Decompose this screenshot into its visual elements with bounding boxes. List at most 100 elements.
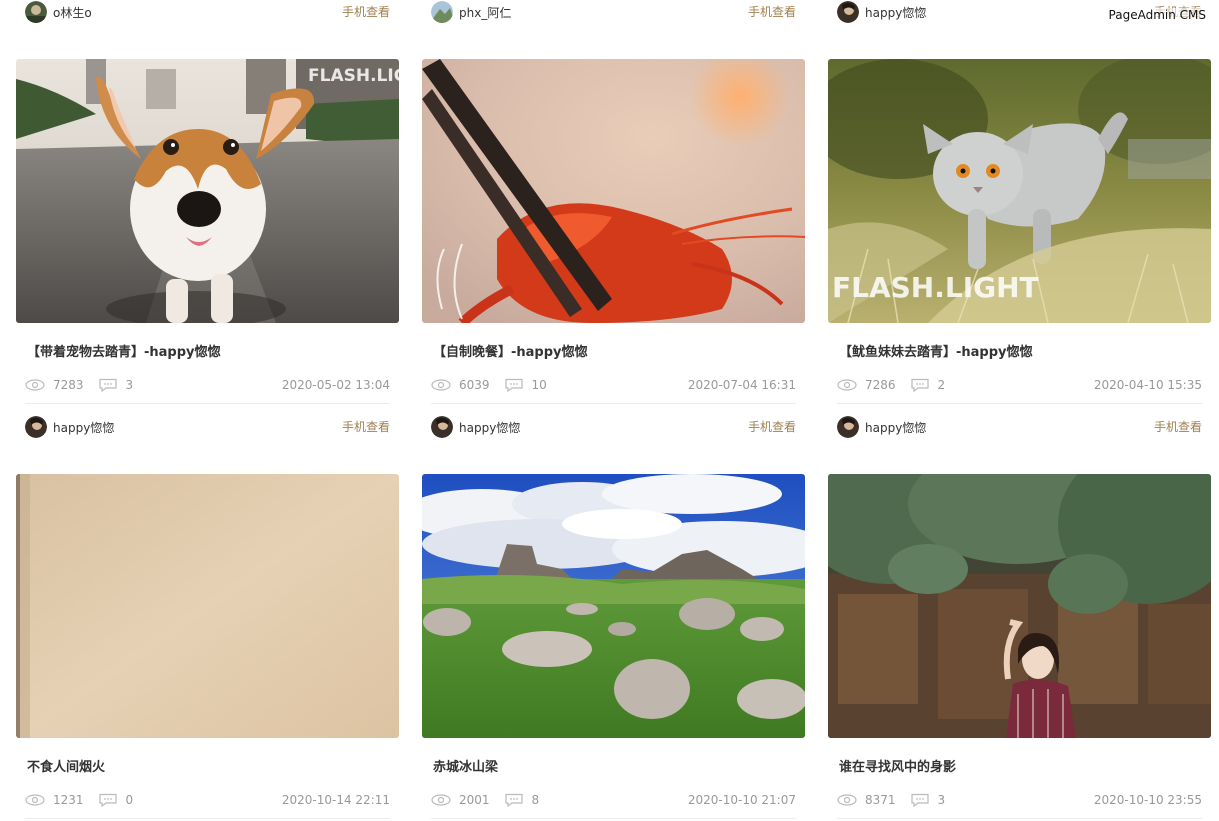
- post-date: 2020-04-10 15:35: [1093, 378, 1202, 392]
- card-title[interactable]: 【鱿鱼妹妹去踏青】-happy惚惚: [839, 341, 1033, 360]
- comment-count-value: 10: [531, 378, 547, 392]
- eye-icon: [431, 794, 451, 806]
- eye-icon: [837, 794, 857, 806]
- flash-light-logo: FLASH.LIGHT: [832, 271, 1039, 304]
- view-count-value: 8371: [865, 793, 896, 807]
- view-count: 6039: [431, 378, 490, 392]
- comment-count-value: 3: [937, 793, 946, 807]
- view-count: 2001: [431, 793, 490, 807]
- post-card[interactable]: 不食人间烟火 1231 0 2020-10-14 22:11: [16, 474, 399, 819]
- eye-icon: [837, 379, 857, 391]
- comment-count: 2: [910, 378, 946, 392]
- comment-icon: [504, 378, 523, 392]
- avatar: [25, 1, 47, 23]
- author[interactable]: phx_阿仁: [431, 0, 511, 24]
- view-count-value: 7283: [53, 378, 84, 392]
- post-card[interactable]: FLASH.LIGHT 【带着宠物去踏青】-happy惚惚 7283 3 202…: [16, 59, 399, 438]
- comment-icon: [910, 793, 929, 807]
- avatar: [431, 1, 453, 23]
- card-title[interactable]: 不食人间烟火: [27, 756, 105, 775]
- card-stats: 6039 10 2020-07-04 16:31: [431, 376, 796, 394]
- card-title[interactable]: 【带着宠物去踏青】-happy惚惚: [27, 341, 221, 360]
- author[interactable]: happy惚惚: [431, 415, 520, 439]
- divider: [837, 818, 1202, 819]
- eye-icon: [25, 379, 45, 391]
- card-stats: 2001 8 2020-10-10 21:07: [431, 791, 796, 809]
- author-name: o林生o: [53, 5, 92, 20]
- comment-count-value: 0: [125, 793, 134, 807]
- author-name: phx_阿仁: [459, 5, 512, 20]
- author[interactable]: happy惚惚: [25, 415, 114, 439]
- watermark: PageAdmin CMS: [1108, 8, 1206, 22]
- comment-icon: [504, 793, 523, 807]
- mobile-view-link[interactable]: 手机查看: [748, 415, 796, 439]
- post-card[interactable]: FLASH.LIGHT 【鱿鱼妹妹去踏青】-happy惚惚 7286 2 202…: [828, 59, 1211, 438]
- divider: [431, 403, 796, 404]
- eye-icon: [431, 379, 451, 391]
- card-meta: o林生o 手机查看: [16, 0, 399, 24]
- card-stats: 8371 3 2020-10-10 23:55: [837, 791, 1202, 809]
- view-count-value: 6039: [459, 378, 490, 392]
- divider: [25, 403, 390, 404]
- author-name: happy惚惚: [53, 420, 115, 435]
- post-card[interactable]: 谁在寻找风中的身影 8371 3 2020-10-10 23:55: [828, 474, 1211, 819]
- post-date: 2020-10-10 21:07: [687, 793, 796, 807]
- comment-count-value: 2: [937, 378, 946, 392]
- comment-icon: [910, 378, 929, 392]
- post-date: 2020-05-02 13:04: [281, 378, 390, 392]
- card-title[interactable]: 赤城冰山梁: [433, 756, 498, 775]
- crayfish-photo[interactable]: [422, 59, 805, 323]
- card-title[interactable]: 谁在寻找风中的身影: [839, 756, 956, 775]
- view-count-value: 2001: [459, 793, 490, 807]
- comment-count: 10: [504, 378, 547, 392]
- divider: [837, 403, 1202, 404]
- comment-icon: [98, 378, 117, 392]
- avatar: [431, 416, 453, 438]
- view-count: 7286: [837, 378, 896, 392]
- top-meta-row: o林生o 手机查看 phx_阿仁 手机查看 happy惚惚 手机查看: [0, 0, 1219, 24]
- mobile-view-link[interactable]: 手机查看: [342, 415, 390, 439]
- card-title[interactable]: 【自制晚餐】-happy惚惚: [433, 341, 588, 360]
- view-count-value: 7286: [865, 378, 896, 392]
- beige-photo[interactable]: [16, 474, 399, 738]
- avatar: [25, 416, 47, 438]
- author[interactable]: happy惚惚: [837, 415, 926, 439]
- card-stats: 7283 3 2020-05-02 13:04: [25, 376, 390, 394]
- woman-photo[interactable]: [828, 474, 1211, 738]
- author-name: happy惚惚: [865, 420, 927, 435]
- view-count: 8371: [837, 793, 896, 807]
- mobile-view-link[interactable]: 手机查看: [1154, 415, 1202, 439]
- avatar: [837, 416, 859, 438]
- card-stats: 7286 2 2020-04-10 15:35: [837, 376, 1202, 394]
- mobile-view-link[interactable]: 手机查看: [748, 0, 796, 24]
- divider: [431, 818, 796, 819]
- post-card[interactable]: 【自制晚餐】-happy惚惚 6039 10 2020-07-04 16:31 …: [422, 59, 805, 438]
- comment-count: 0: [98, 793, 134, 807]
- view-count: 1231: [25, 793, 84, 807]
- comment-icon: [98, 793, 117, 807]
- card-meta: phx_阿仁 手机查看: [422, 0, 805, 24]
- comment-count: 3: [98, 378, 134, 392]
- comment-count: 3: [910, 793, 946, 807]
- avatar: [837, 1, 859, 23]
- author-name: happy惚惚: [865, 5, 927, 20]
- cat-photo[interactable]: FLASH.LIGHT: [828, 59, 1211, 323]
- view-count-value: 1231: [53, 793, 84, 807]
- mobile-view-link[interactable]: 手机查看: [342, 0, 390, 24]
- author[interactable]: happy惚惚: [837, 0, 926, 24]
- comment-count-value: 3: [125, 378, 134, 392]
- post-date: 2020-10-14 22:11: [281, 793, 390, 807]
- author-name: happy惚惚: [459, 420, 521, 435]
- post-date: 2020-10-10 23:55: [1093, 793, 1202, 807]
- card-stats: 1231 0 2020-10-14 22:11: [25, 791, 390, 809]
- divider: [25, 818, 390, 819]
- view-count: 7283: [25, 378, 84, 392]
- comment-count: 8: [504, 793, 540, 807]
- post-card[interactable]: 赤城冰山梁 2001 8 2020-10-10 21:07: [422, 474, 805, 819]
- landscape-photo[interactable]: [422, 474, 805, 738]
- corgi-photo[interactable]: FLASH.LIGHT: [16, 59, 399, 323]
- post-date: 2020-07-04 16:31: [687, 378, 796, 392]
- comment-count-value: 8: [531, 793, 540, 807]
- author[interactable]: o林生o: [25, 0, 92, 24]
- flash-light-logo: FLASH.LIGHT: [308, 66, 399, 86]
